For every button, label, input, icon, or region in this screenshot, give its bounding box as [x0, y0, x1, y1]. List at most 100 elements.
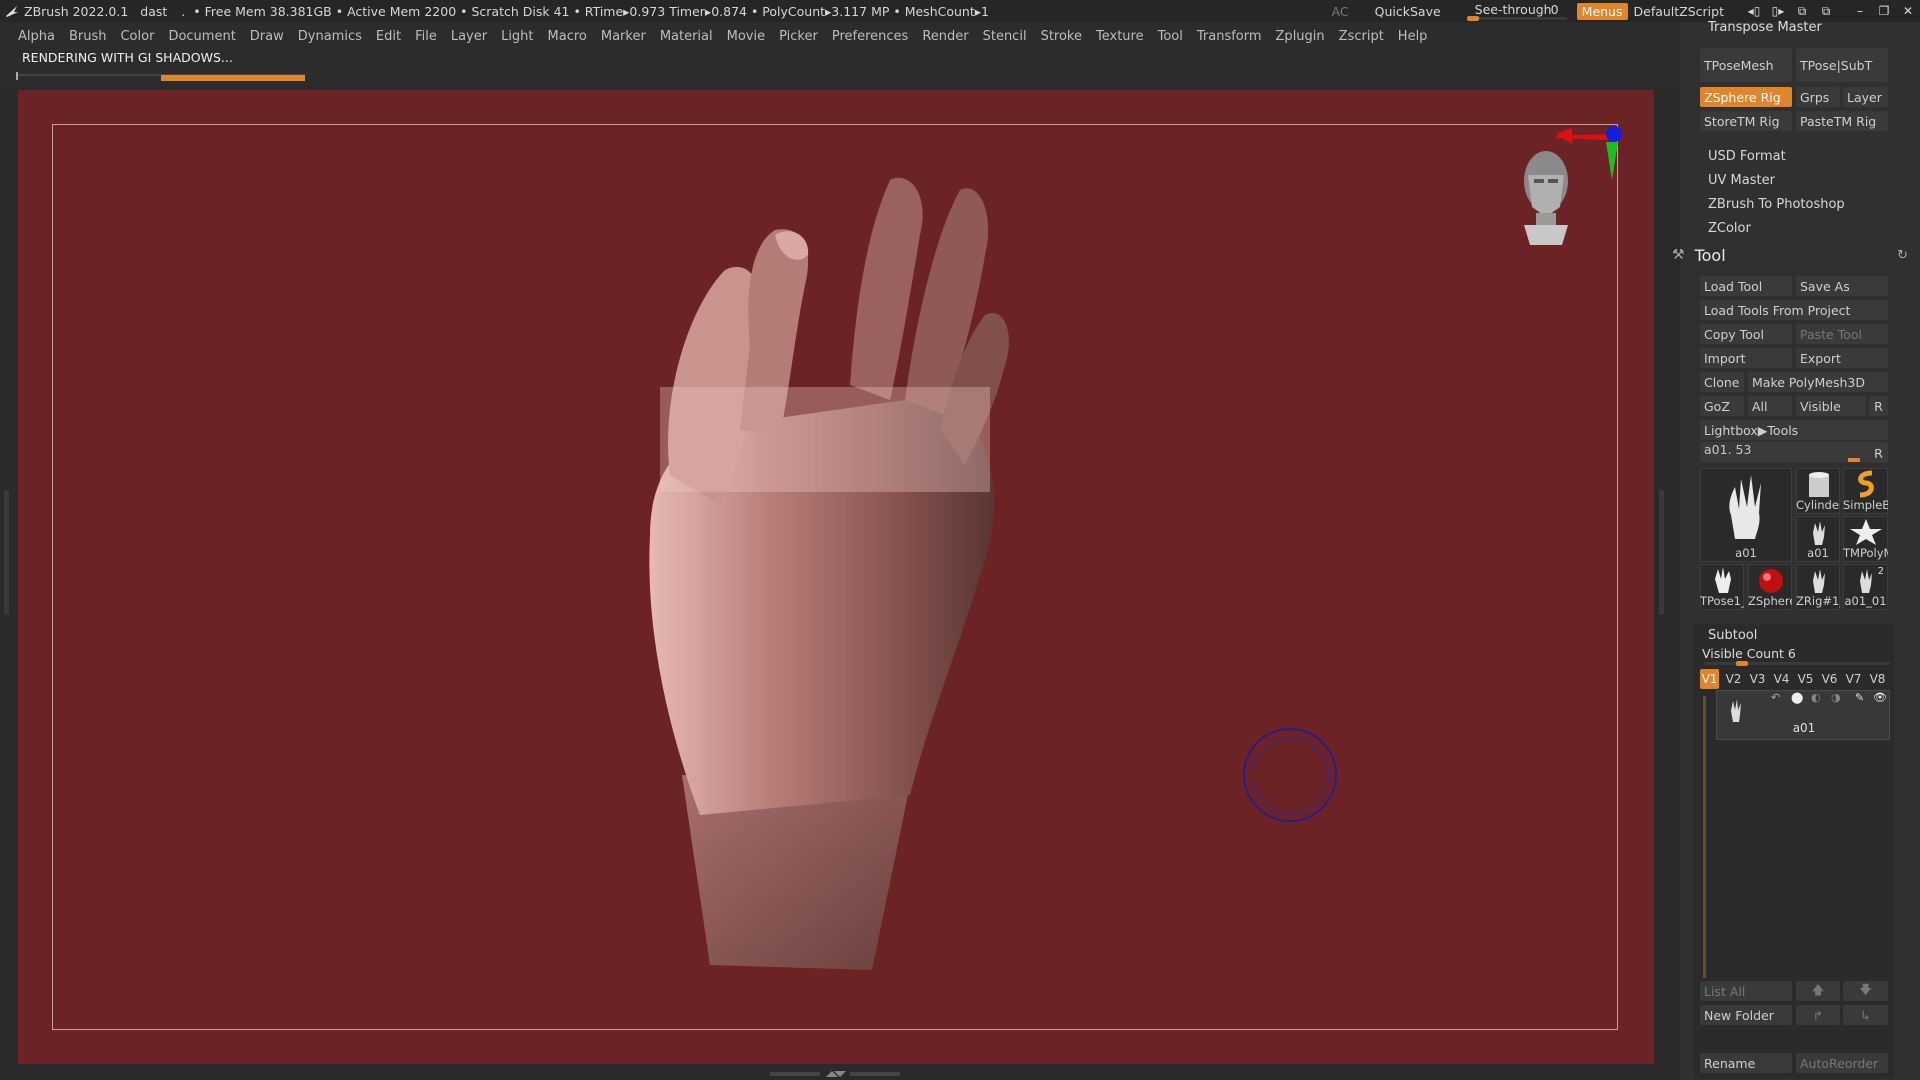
load-tools-from-project-button[interactable]: Load Tools From Project [1700, 300, 1888, 320]
layout-save-icon[interactable]: ⧉ [1814, 4, 1838, 19]
export-button[interactable]: Export [1796, 348, 1888, 368]
menu-movie[interactable]: Movie [727, 29, 765, 44]
layer-toggle[interactable]: Layer [1843, 87, 1888, 107]
list-all-button[interactable]: List All [1700, 981, 1792, 1001]
lightbox-tools-button[interactable]: Lightbox▶Tools [1700, 420, 1888, 440]
menu-edit[interactable]: Edit [376, 29, 401, 44]
tool-slider-knob[interactable] [1847, 458, 1860, 462]
tool-slider-r-button[interactable]: R [1869, 443, 1888, 463]
menu-texture[interactable]: Texture [1096, 29, 1144, 44]
autoreorder-button[interactable]: AutoReorder [1796, 1053, 1888, 1073]
plugin-zcolor[interactable]: ZColor [1708, 221, 1751, 236]
menu-render[interactable]: Render [922, 29, 968, 44]
goz-r-button[interactable]: R [1869, 396, 1888, 416]
plugin-zbrush-to-photoshop[interactable]: ZBrush To Photoshop [1708, 197, 1845, 212]
subtool-item-a01[interactable]: ↶ ⬤ ◐ ◑ ✎ 👁 a01 [1716, 690, 1890, 740]
visible-count-track[interactable] [1704, 662, 1890, 665]
make-polymesh3d-button[interactable]: Make PolyMesh3D [1748, 372, 1888, 392]
menu-zscript[interactable]: Zscript [1339, 29, 1384, 44]
layout-next-icon[interactable]: ▯▸ [1766, 4, 1790, 18]
subtool-dynamics-icon[interactable]: ◑ [1831, 691, 1841, 704]
subtool-arrow-icon[interactable]: ↶ [1771, 691, 1780, 704]
menu-picker[interactable]: Picker [779, 29, 818, 44]
tool-reset-icon[interactable]: ↻ [1897, 248, 1908, 263]
folder-out-icon[interactable]: ↳ [1843, 1005, 1888, 1025]
plugin-usd-format[interactable]: USD Format [1708, 149, 1786, 164]
axis-gizmo-icon[interactable] [1556, 122, 1624, 184]
layout-swap-icon[interactable]: ⧉ [1790, 4, 1814, 19]
new-folder-button[interactable]: New Folder [1700, 1005, 1792, 1025]
bottom-tray-grip[interactable] [770, 1070, 900, 1078]
storetm-rig-button[interactable]: StoreTM Rig [1700, 111, 1792, 131]
subtool-polypaint-icon[interactable]: ⬤ [1791, 691, 1803, 704]
rename-button[interactable]: Rename [1700, 1053, 1792, 1073]
menu-dynamics[interactable]: Dynamics [298, 29, 362, 44]
clone-button[interactable]: Clone [1700, 372, 1744, 392]
menu-help[interactable]: Help [1398, 29, 1428, 44]
visibility-tab-v4[interactable]: V4 [1772, 669, 1791, 689]
plugin-uv-master[interactable]: UV Master [1708, 173, 1775, 188]
visibility-tab-v1[interactable]: V1 [1700, 669, 1719, 689]
see-through-slider[interactable]: See-through 0 [1466, 0, 1567, 22]
menu-macro[interactable]: Macro [548, 29, 587, 44]
subtool-scrollbar[interactable] [1703, 696, 1706, 978]
menu-document[interactable]: Document [168, 29, 235, 44]
default-zscript-button[interactable]: DefaultZScript [1634, 4, 1725, 19]
menu-draw[interactable]: Draw [250, 29, 284, 44]
menu-stroke[interactable]: Stroke [1041, 29, 1082, 44]
restore-icon[interactable]: ❐ [1872, 4, 1896, 18]
menu-layer[interactable]: Layer [451, 29, 487, 44]
pastetm-rig-button[interactable]: PasteTM Rig [1796, 111, 1888, 131]
load-tool-button[interactable]: Load Tool [1700, 276, 1792, 296]
folder-in-icon[interactable]: ↱ [1796, 1005, 1840, 1025]
visibility-tab-v3[interactable]: V3 [1748, 669, 1767, 689]
menu-transform[interactable]: Transform [1197, 29, 1262, 44]
tposemesh-button[interactable]: TPoseMesh [1700, 48, 1792, 82]
menu-light[interactable]: Light [501, 29, 533, 44]
layout-prev-icon[interactable]: ◂▯ [1742, 4, 1766, 18]
move-up-icon[interactable]: 🡅 [1796, 981, 1840, 1001]
move-down-icon[interactable]: 🡇 [1843, 981, 1888, 1001]
see-through-knob[interactable] [1466, 16, 1479, 21]
goz-visible-button[interactable]: Visible [1796, 396, 1866, 416]
visible-count-knob[interactable] [1735, 661, 1748, 666]
import-button[interactable]: Import [1700, 348, 1792, 368]
visibility-tab-v8[interactable]: V8 [1868, 669, 1887, 689]
menu-marker[interactable]: Marker [601, 29, 646, 44]
menu-color[interactable]: Color [120, 29, 154, 44]
minimize-icon[interactable]: – [1848, 4, 1872, 18]
goz-all-button[interactable]: All [1748, 396, 1792, 416]
quicksave-button[interactable]: QuickSave [1375, 4, 1441, 19]
save-as-button[interactable]: Save As [1796, 276, 1888, 296]
copy-tool-button[interactable]: Copy Tool [1700, 324, 1792, 344]
subtool-brush-icon[interactable]: ✎ [1855, 691, 1864, 704]
tool-pin-icon[interactable]: ⚒ [1672, 247, 1685, 263]
ac-toggle[interactable]: AC [1332, 4, 1349, 19]
menu-preferences[interactable]: Preferences [832, 29, 908, 44]
visibility-tab-v7[interactable]: V7 [1844, 669, 1863, 689]
menu-material[interactable]: Material [660, 29, 713, 44]
right-tray-grip[interactable] [1659, 490, 1664, 615]
menu-stencil[interactable]: Stencil [983, 29, 1027, 44]
visibility-tab-v6[interactable]: V6 [1820, 669, 1839, 689]
menu-zplugin[interactable]: Zplugin [1276, 29, 1325, 44]
paste-tool-button[interactable]: Paste Tool [1796, 324, 1888, 344]
subtool-eye-icon[interactable]: 👁 [1873, 691, 1887, 704]
goz-button[interactable]: GoZ [1700, 396, 1744, 416]
menu-file[interactable]: File [415, 29, 437, 44]
menus-button[interactable]: Menus [1576, 2, 1628, 20]
menu-alpha[interactable]: Alpha [18, 29, 55, 44]
subtool-title[interactable]: Subtool [1708, 628, 1757, 643]
menu-tool[interactable]: Tool [1158, 29, 1183, 44]
menu-brush[interactable]: Brush [69, 29, 107, 44]
grps-toggle[interactable]: Grps [1796, 87, 1840, 107]
tool-slider[interactable]: a01. 53 [1700, 442, 1886, 462]
zsphere-rig-toggle[interactable]: ZSphere Rig [1700, 87, 1792, 107]
left-tray-grip[interactable] [4, 490, 9, 615]
hand-model[interactable] [640, 175, 1100, 975]
visibility-tab-v2[interactable]: V2 [1724, 669, 1743, 689]
visibility-tab-v5[interactable]: V5 [1796, 669, 1815, 689]
close-icon[interactable]: ✕ [1896, 4, 1920, 18]
subtool-material-icon[interactable]: ◐ [1811, 691, 1821, 704]
tool-palette-header[interactable]: ⚒ Tool ↻ [1672, 244, 1908, 266]
